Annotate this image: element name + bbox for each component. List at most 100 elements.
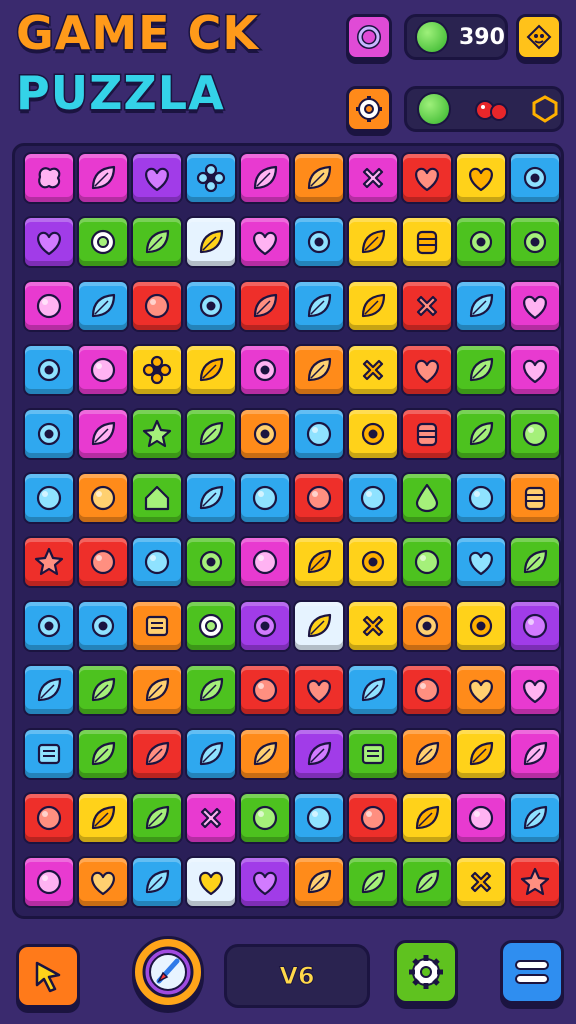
board-tile[interactable] xyxy=(293,472,345,524)
board-tile[interactable] xyxy=(185,216,237,268)
board-tile[interactable] xyxy=(293,152,345,204)
board-tile[interactable] xyxy=(509,152,561,204)
shield-icon[interactable] xyxy=(531,94,559,124)
board-tile[interactable] xyxy=(455,280,507,332)
board-tile[interactable] xyxy=(347,728,399,780)
board-tile[interactable] xyxy=(293,728,345,780)
board-tile[interactable] xyxy=(23,664,75,716)
board-tile[interactable] xyxy=(455,216,507,268)
board-tile[interactable] xyxy=(23,280,75,332)
board-tile[interactable] xyxy=(293,856,345,908)
board-tile[interactable] xyxy=(401,856,453,908)
board-tile[interactable] xyxy=(23,856,75,908)
board-tile[interactable] xyxy=(347,344,399,396)
board-tile[interactable] xyxy=(77,408,129,460)
board-tile[interactable] xyxy=(239,664,291,716)
board-tile[interactable] xyxy=(23,792,75,844)
board-tile[interactable] xyxy=(509,344,561,396)
board-tile[interactable] xyxy=(455,344,507,396)
board-tile[interactable] xyxy=(293,280,345,332)
board-tile[interactable] xyxy=(185,472,237,524)
board-tile[interactable] xyxy=(131,600,183,652)
board-tile[interactable] xyxy=(509,600,561,652)
board-tile[interactable] xyxy=(23,152,75,204)
board-tile[interactable] xyxy=(401,472,453,524)
board-tile[interactable] xyxy=(77,664,129,716)
board-tile[interactable] xyxy=(131,216,183,268)
hint-button[interactable] xyxy=(516,14,562,60)
board-tile[interactable] xyxy=(23,728,75,780)
board-tile[interactable] xyxy=(131,536,183,588)
board-tile[interactable] xyxy=(239,280,291,332)
board-tile[interactable] xyxy=(455,152,507,204)
board-tile[interactable] xyxy=(509,472,561,524)
board-tile[interactable] xyxy=(293,792,345,844)
board-tile[interactable] xyxy=(131,856,183,908)
board-tile[interactable] xyxy=(401,600,453,652)
board-tile[interactable] xyxy=(347,664,399,716)
board-tile[interactable] xyxy=(77,344,129,396)
board-tile[interactable] xyxy=(509,408,561,460)
board-tile[interactable] xyxy=(401,664,453,716)
board-tile[interactable] xyxy=(131,280,183,332)
board-tile[interactable] xyxy=(185,152,237,204)
board-tile[interactable] xyxy=(77,856,129,908)
board-tile[interactable] xyxy=(23,472,75,524)
rocket-boost-button[interactable] xyxy=(132,936,204,1008)
board-tile[interactable] xyxy=(77,152,129,204)
board-tile[interactable] xyxy=(239,408,291,460)
board-tile[interactable] xyxy=(185,280,237,332)
board-tile[interactable] xyxy=(131,152,183,204)
board-tile[interactable] xyxy=(23,600,75,652)
board-tile[interactable] xyxy=(131,472,183,524)
board-tile[interactable] xyxy=(509,728,561,780)
board-tile[interactable] xyxy=(455,408,507,460)
board-tile[interactable] xyxy=(239,856,291,908)
board-tile[interactable] xyxy=(239,472,291,524)
board-tile[interactable] xyxy=(77,728,129,780)
board-tile[interactable] xyxy=(23,408,75,460)
board-tile[interactable] xyxy=(401,408,453,460)
board-tile[interactable] xyxy=(509,536,561,588)
board-tile[interactable] xyxy=(455,728,507,780)
board-tile[interactable] xyxy=(347,536,399,588)
ring-button[interactable] xyxy=(346,14,392,60)
board-tile[interactable] xyxy=(401,152,453,204)
board-tile[interactable] xyxy=(347,152,399,204)
board-tile[interactable] xyxy=(185,536,237,588)
board-tile[interactable] xyxy=(455,792,507,844)
board-tile[interactable] xyxy=(401,344,453,396)
board-tile[interactable] xyxy=(131,728,183,780)
board-tile[interactable] xyxy=(509,664,561,716)
board-tile[interactable] xyxy=(347,408,399,460)
settings-bottom-button[interactable] xyxy=(394,940,458,1004)
board-tile[interactable] xyxy=(293,344,345,396)
board-tile[interactable] xyxy=(185,728,237,780)
board-tile[interactable] xyxy=(509,792,561,844)
board-tile[interactable] xyxy=(77,472,129,524)
board-tile[interactable] xyxy=(239,344,291,396)
board-tile[interactable] xyxy=(293,536,345,588)
board-tile[interactable] xyxy=(455,856,507,908)
board-tile[interactable] xyxy=(455,536,507,588)
board-tile[interactable] xyxy=(509,280,561,332)
board-tile[interactable] xyxy=(23,536,75,588)
board-tile[interactable] xyxy=(401,280,453,332)
board-tile[interactable] xyxy=(401,728,453,780)
board-tile[interactable] xyxy=(347,472,399,524)
board-tile[interactable] xyxy=(77,216,129,268)
board-tile[interactable] xyxy=(77,600,129,652)
board-tile[interactable] xyxy=(77,280,129,332)
board-tile[interactable] xyxy=(185,664,237,716)
board-tile[interactable] xyxy=(347,600,399,652)
back-button[interactable] xyxy=(16,944,80,1008)
board-tile[interactable] xyxy=(347,856,399,908)
board-tile[interactable] xyxy=(293,600,345,652)
board-tile[interactable] xyxy=(77,536,129,588)
board-tile[interactable] xyxy=(455,664,507,716)
menu-button[interactable] xyxy=(500,940,564,1004)
board-tile[interactable] xyxy=(23,216,75,268)
board-tile[interactable] xyxy=(23,344,75,396)
green-orb-icon[interactable] xyxy=(417,92,451,126)
board-tile[interactable] xyxy=(185,792,237,844)
